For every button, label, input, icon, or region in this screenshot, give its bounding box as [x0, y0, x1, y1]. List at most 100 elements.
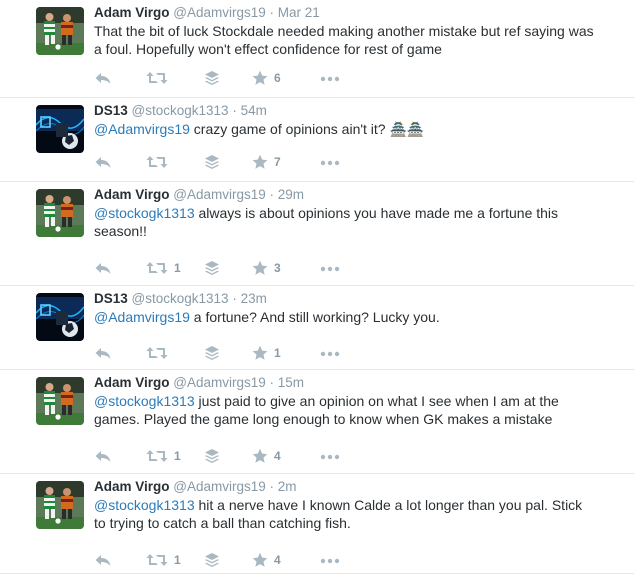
tweet-item[interactable]: Adam Virgo @Adamvirgs19 · 15m @stockogk1… [0, 370, 634, 474]
author-handle[interactable]: @Adamvirgs19 [173, 479, 266, 494]
tweet-timestamp[interactable]: · 23m [232, 291, 267, 306]
tweet-item[interactable]: Adam Virgo @Adamvirgs19 · Mar 21 That th… [0, 0, 634, 98]
author-name[interactable]: DS13 [94, 291, 128, 306]
reply-icon [94, 70, 112, 86]
avatar[interactable] [36, 189, 84, 237]
tweet-timestamp[interactable]: · 15m [270, 375, 305, 390]
retweet-count: 1 [174, 449, 181, 463]
retweet-count: 1 [174, 261, 181, 275]
tweet-header: Adam Virgo @Adamvirgs19 · 15m [94, 374, 304, 392]
avatar[interactable] [36, 7, 84, 55]
tweet-header: Adam Virgo @Adamvirgs19 · 2m [94, 478, 297, 496]
reply-icon [94, 260, 112, 276]
tweet-body: That the bit of luck Stockdale needed ma… [94, 23, 594, 57]
author-handle[interactable]: @stockogk1313 [132, 291, 229, 306]
like-button[interactable]: 6 [252, 69, 281, 87]
author-name[interactable]: DS13 [94, 103, 128, 118]
like-button[interactable]: 1 [252, 344, 281, 362]
buffer-button[interactable] [204, 551, 220, 569]
more-button[interactable] [320, 344, 340, 362]
buffer-button[interactable] [204, 344, 220, 362]
tweet-item[interactable]: Adam Virgo @Adamvirgs19 · 29m @stockogk1… [0, 182, 634, 286]
buffer-stack-icon [204, 70, 220, 86]
avatar[interactable] [36, 481, 84, 529]
reply-button[interactable] [94, 447, 112, 465]
like-count: 4 [274, 449, 281, 463]
star-icon [252, 345, 268, 361]
reply-button[interactable] [94, 344, 112, 362]
tweet-item[interactable]: Adam Virgo @Adamvirgs19 · 2m @stockogk13… [0, 474, 634, 574]
tweet-timestamp[interactable]: · 54m [232, 103, 267, 118]
more-button[interactable] [320, 551, 340, 569]
mention-link[interactable]: @stockogk1313 [94, 393, 195, 409]
author-name[interactable]: Adam Virgo [94, 479, 170, 494]
buffer-button[interactable] [204, 259, 220, 277]
author-name[interactable]: Adam Virgo [94, 5, 170, 20]
avatar[interactable] [36, 377, 84, 425]
reply-button[interactable] [94, 551, 112, 569]
like-button[interactable]: 4 [252, 447, 281, 465]
author-name[interactable]: Adam Virgo [94, 375, 170, 390]
more-button[interactable] [320, 447, 340, 465]
tweet-text: That the bit of luck Stockdale needed ma… [94, 22, 594, 58]
tweet-text: @Adamvirgs19 crazy game of opinions ain'… [94, 120, 594, 138]
more-dots-icon [320, 552, 340, 568]
author-handle[interactable]: @Adamvirgs19 [173, 375, 266, 390]
like-count: 1 [274, 346, 281, 360]
like-button[interactable]: 3 [252, 259, 281, 277]
retweet-button[interactable] [146, 69, 168, 87]
tweet-timestamp[interactable]: · Mar 21 [270, 5, 320, 20]
tweet-timestamp[interactable]: · 2m [270, 479, 297, 494]
mention-link[interactable]: @Adamvirgs19 [94, 309, 190, 325]
retweet-button[interactable]: 1 [146, 259, 181, 277]
tweet-timestamp[interactable]: · 29m [270, 187, 305, 202]
tweet-item[interactable]: DS13 @stockogk1313 · 23m @Adamvirgs19 a … [0, 286, 634, 370]
buffer-stack-icon [204, 345, 220, 361]
like-button[interactable]: 7 [252, 153, 281, 171]
tweet-text: @stockogk1313 always is about opinions y… [94, 204, 594, 240]
retweet-button[interactable] [146, 344, 168, 362]
like-count: 3 [274, 261, 281, 275]
tweet-body: crazy game of opinions ain't it? 🏯🏯 [189, 121, 425, 137]
author-handle[interactable]: @Adamvirgs19 [173, 187, 266, 202]
retweet-icon [146, 260, 168, 276]
buffer-stack-icon [204, 552, 220, 568]
retweet-button[interactable]: 1 [146, 551, 181, 569]
tweet-header: DS13 @stockogk1313 · 54m [94, 102, 267, 120]
reply-button[interactable] [94, 259, 112, 277]
more-button[interactable] [320, 259, 340, 277]
avatar[interactable] [36, 293, 84, 341]
retweet-button[interactable]: 1 [146, 447, 181, 465]
like-button[interactable]: 4 [252, 551, 281, 569]
tweet-header: Adam Virgo @Adamvirgs19 · Mar 21 [94, 4, 320, 22]
tweet-item[interactable]: DS13 @stockogk1313 · 54m @Adamvirgs19 cr… [0, 98, 634, 182]
author-handle[interactable]: @Adamvirgs19 [173, 5, 266, 20]
buffer-stack-icon [204, 260, 220, 276]
buffer-button[interactable] [204, 69, 220, 87]
buffer-button[interactable] [204, 153, 220, 171]
more-dots-icon [320, 260, 340, 276]
mention-link[interactable]: @stockogk1313 [94, 497, 195, 513]
buffer-button[interactable] [204, 447, 220, 465]
avatar[interactable] [36, 105, 84, 153]
buffer-stack-icon [204, 448, 220, 464]
author-name[interactable]: Adam Virgo [94, 187, 170, 202]
retweet-button[interactable] [146, 153, 168, 171]
reply-button[interactable] [94, 153, 112, 171]
like-count: 4 [274, 553, 281, 567]
buffer-stack-icon [204, 154, 220, 170]
more-button[interactable] [320, 69, 340, 87]
tweet-header: DS13 @stockogk1313 · 23m [94, 290, 267, 308]
mention-link[interactable]: @stockogk1313 [94, 205, 195, 221]
mention-link[interactable]: @Adamvirgs19 [94, 121, 190, 137]
reply-icon [94, 154, 112, 170]
star-icon [252, 448, 268, 464]
more-button[interactable] [320, 153, 340, 171]
retweet-count: 1 [174, 553, 181, 567]
retweet-icon [146, 552, 168, 568]
author-handle[interactable]: @stockogk1313 [132, 103, 229, 118]
star-icon [252, 154, 268, 170]
more-dots-icon [320, 448, 340, 464]
reply-icon [94, 448, 112, 464]
reply-button[interactable] [94, 69, 112, 87]
